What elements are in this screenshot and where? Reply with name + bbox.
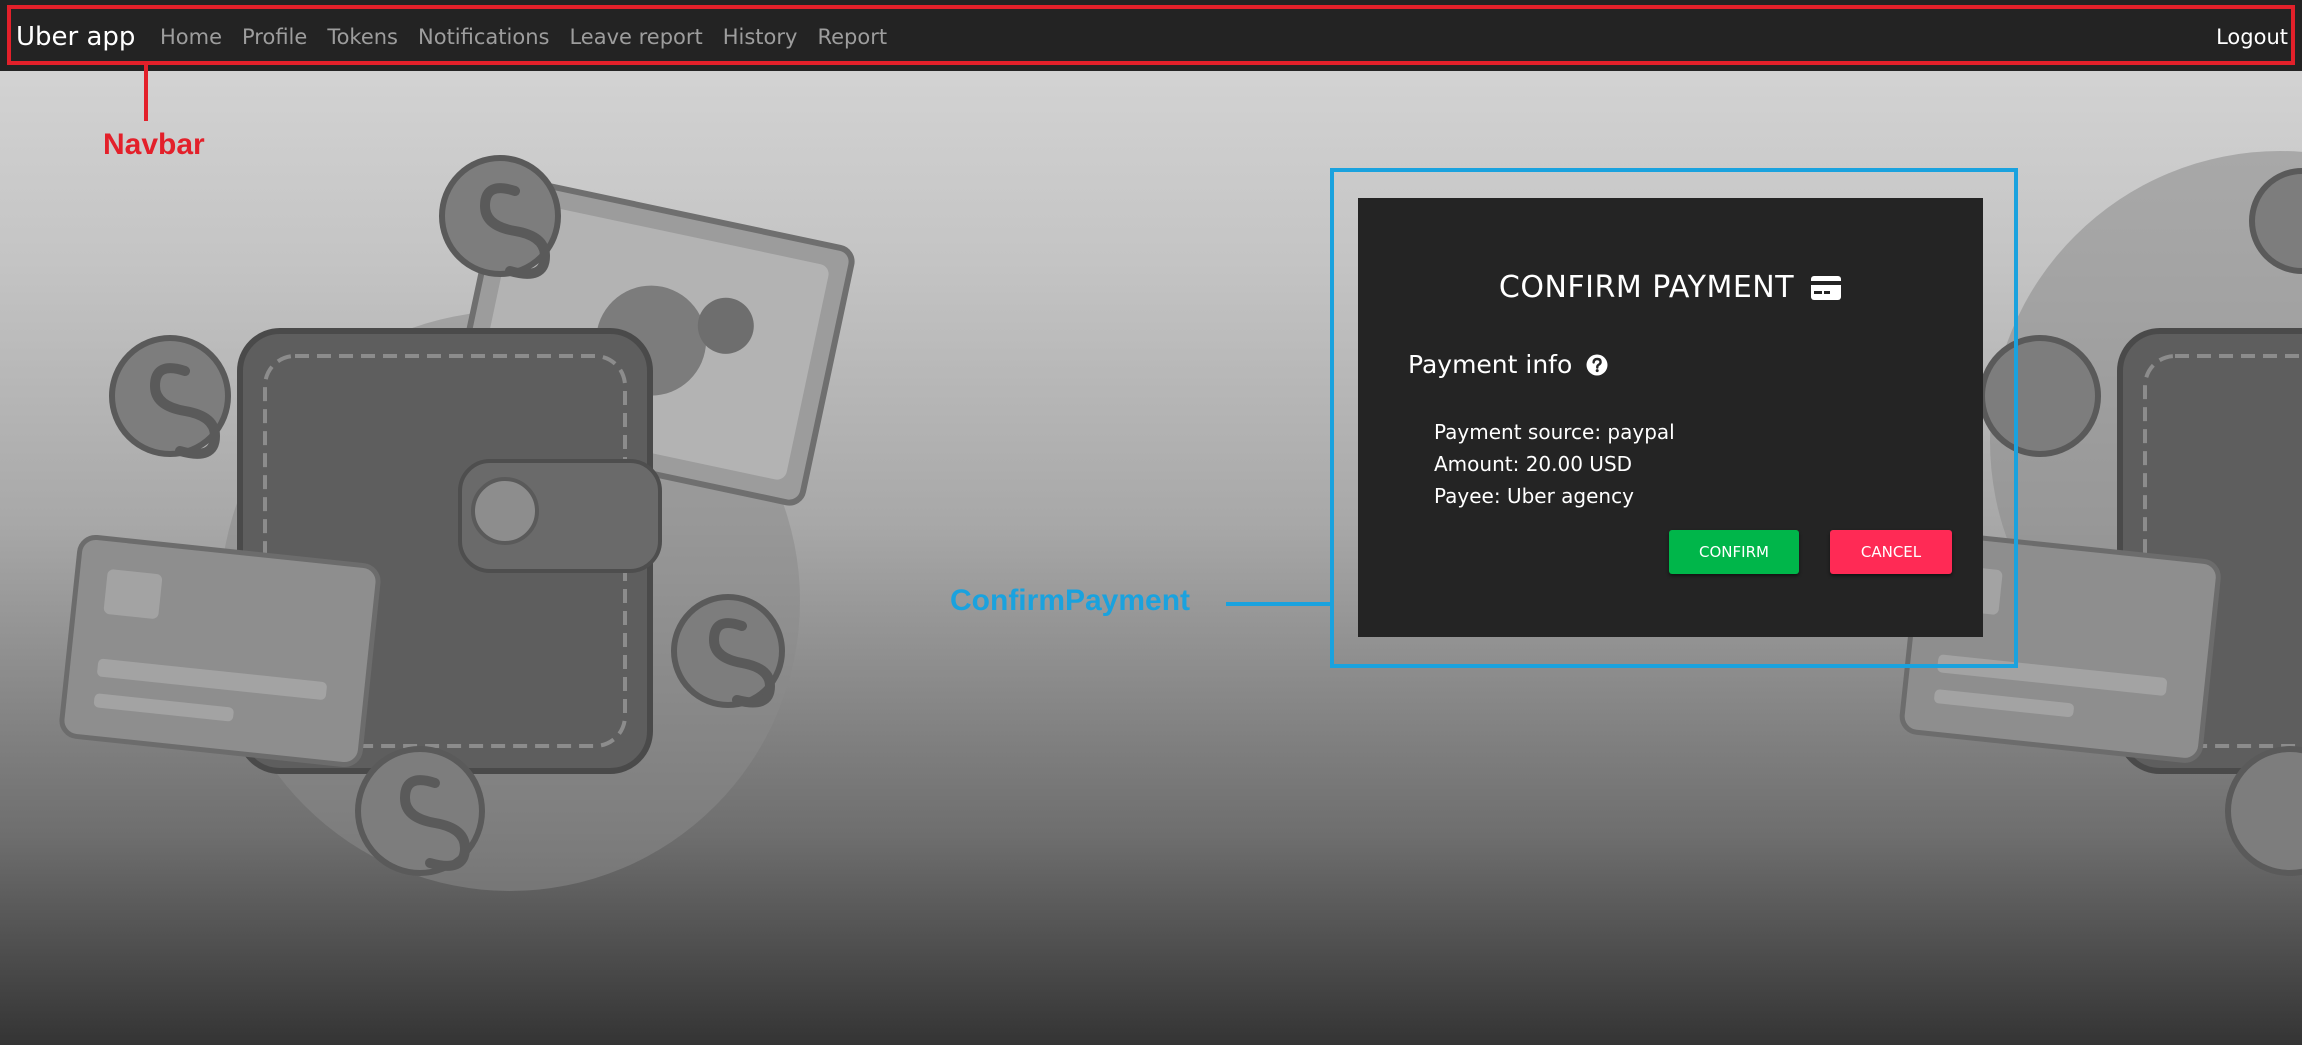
payment-source-text: Payment source: paypal xyxy=(1434,420,1675,444)
confirm-payment-dialog: CONFIRM PAYMENT Payment info Payment sou… xyxy=(1358,198,1983,637)
dialog-title: CONFIRM PAYMENT xyxy=(1358,270,1983,309)
navbar: Uber app Home Profile Tokens Notificatio… xyxy=(0,0,2302,71)
nav-link-home[interactable]: Home xyxy=(160,25,222,49)
wallet-illustration-left xyxy=(59,155,855,891)
credit-card-icon xyxy=(1810,274,1842,309)
nav-link-history[interactable]: History xyxy=(723,25,798,49)
dialog-title-text: CONFIRM PAYMENT xyxy=(1498,270,1795,305)
confirm-button[interactable]: CONFIRM xyxy=(1669,530,1799,574)
question-circle-icon xyxy=(1586,353,1608,382)
nav-link-notifications[interactable]: Notifications xyxy=(418,25,549,49)
cancel-button[interactable]: CANCEL xyxy=(1830,530,1952,574)
nav-link-tokens[interactable]: Tokens xyxy=(327,25,398,49)
payment-payee-text: Payee: Uber agency xyxy=(1434,484,1634,508)
logout-link[interactable]: Logout xyxy=(2216,25,2288,49)
navbar-annotation-line xyxy=(144,65,148,121)
brand-link[interactable]: Uber app xyxy=(16,22,135,52)
nav-link-leave-report[interactable]: Leave report xyxy=(569,25,702,49)
payment-info-list: Payment source: paypal Amount: 20.00 USD… xyxy=(1434,416,1675,512)
nav-link-profile[interactable]: Profile xyxy=(242,25,307,49)
nav-links: Home Profile Tokens Notifications Leave … xyxy=(160,25,887,49)
navbar-annotation-label: Navbar xyxy=(103,128,205,161)
confirm-payment-annotation-line xyxy=(1226,602,1332,606)
confirm-payment-annotation-label: ConfirmPayment xyxy=(950,584,1191,617)
payment-info-heading-text: Payment info xyxy=(1408,350,1573,379)
payment-amount-text: Amount: 20.00 USD xyxy=(1434,452,1633,476)
nav-link-report[interactable]: Report xyxy=(817,25,887,49)
payment-info-heading: Payment info xyxy=(1408,350,1608,382)
